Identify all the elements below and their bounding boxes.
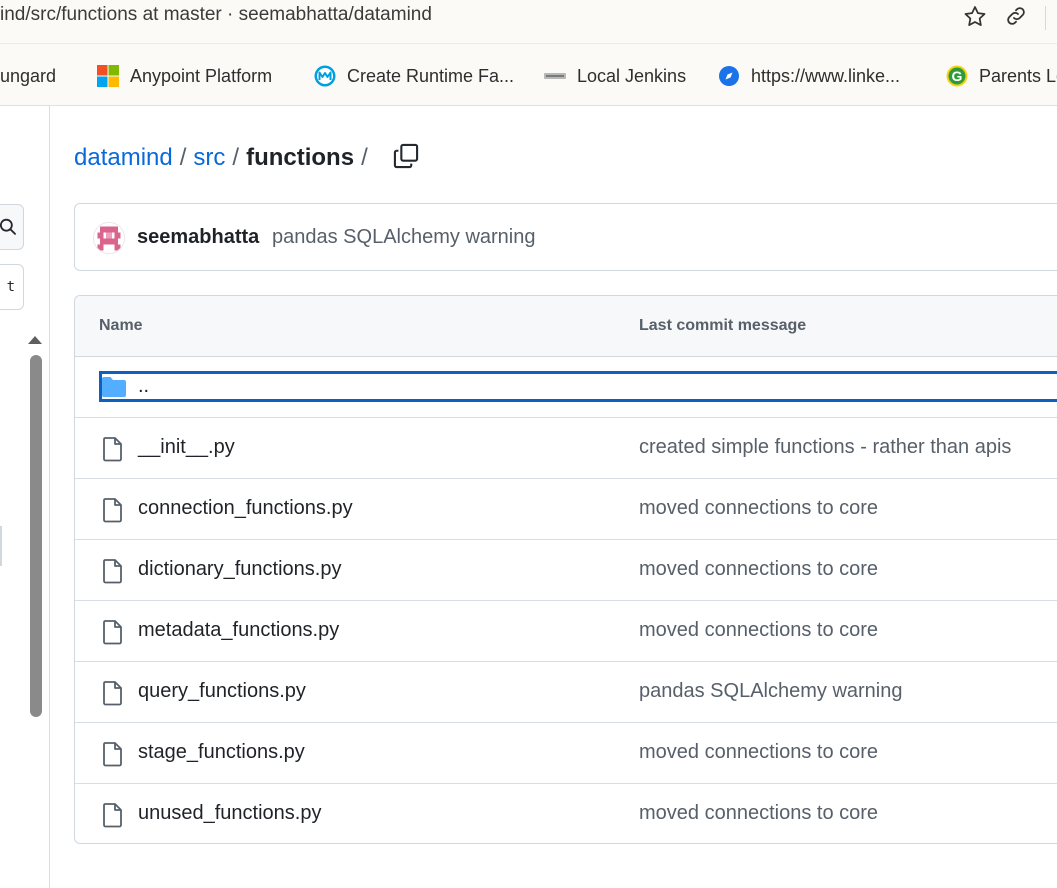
- file-name-link[interactable]: dictionary_functions.py: [138, 558, 341, 581]
- identicon-avatar-icon: [94, 223, 124, 253]
- compass-icon: [719, 66, 739, 86]
- bookmark-label: Local Jenkins: [577, 65, 687, 86]
- file-icon: [103, 559, 122, 584]
- sidebar-edge-indicator: [0, 526, 2, 566]
- search-icon: [0, 218, 16, 235]
- files-table: Name Last commit message .. __init__.py …: [74, 295, 1057, 844]
- file-name-link[interactable]: stage_functions.py: [138, 741, 305, 764]
- table-row[interactable]: __init__.py created simple functions - r…: [75, 418, 1057, 479]
- bookmark-linkedin[interactable]: https://www.linke...: [717, 64, 900, 88]
- bookmarks-bar: ungard Anypoint Platform Create Runtime …: [0, 44, 1057, 106]
- file-name-link[interactable]: connection_functions.py: [138, 497, 353, 520]
- file-commit-message-link[interactable]: moved connections to core: [639, 497, 878, 520]
- toolbar-divider: [1045, 6, 1046, 30]
- bookmark-ungard[interactable]: ungard: [0, 64, 56, 88]
- link-icon[interactable]: [1004, 4, 1028, 28]
- go-to-file-button[interactable]: t: [0, 264, 24, 310]
- parent-directory-link[interactable]: ..: [138, 375, 149, 398]
- table-row[interactable]: metadata_functions.py moved connections …: [75, 601, 1057, 662]
- breadcrumb: datamind / src / functions /: [74, 140, 375, 176]
- copy-path-icon[interactable]: [392, 142, 420, 170]
- commit-author-link[interactable]: seemabhatta: [137, 226, 259, 249]
- bookmark-label: Parents Lo: [979, 65, 1057, 86]
- file-name-link[interactable]: query_functions.py: [138, 680, 306, 703]
- bookmark-parents[interactable]: G Parents Lo: [945, 64, 1057, 88]
- folder-icon: [102, 377, 126, 397]
- g-logo-icon: G: [946, 65, 968, 87]
- file-tree-sidebar: t: [0, 106, 50, 888]
- breadcrumb-current-folder: functions: [246, 144, 355, 171]
- bookmark-local-jenkins[interactable]: Local Jenkins: [543, 64, 686, 88]
- table-header: Name Last commit message: [75, 296, 1057, 357]
- parent-directory-row[interactable]: ..: [75, 357, 1057, 418]
- file-name-link[interactable]: metadata_functions.py: [138, 619, 339, 642]
- file-icon: [103, 681, 122, 706]
- file-icon: [103, 620, 122, 645]
- table-row[interactable]: connection_functions.py moved connection…: [75, 479, 1057, 540]
- focus-outline: [99, 371, 1057, 402]
- column-header-name: Name: [99, 317, 143, 334]
- file-name-link[interactable]: unused_functions.py: [138, 802, 321, 825]
- file-commit-message-link[interactable]: moved connections to core: [639, 741, 878, 764]
- microsoft-logo-icon: [97, 65, 119, 87]
- file-commit-message-link[interactable]: pandas SQLAlchemy warning: [639, 680, 902, 703]
- file-icon: [103, 803, 122, 828]
- page-url-title[interactable]: ind/src/functions at master · seemabhatt…: [0, 4, 432, 26]
- column-header-last-commit: Last commit message: [639, 317, 807, 334]
- table-row[interactable]: dictionary_functions.py moved connection…: [75, 540, 1057, 601]
- bookmark-create-runtime[interactable]: Create Runtime Fa...: [313, 64, 514, 88]
- bookmark-anypoint-platform[interactable]: Anypoint Platform: [96, 64, 272, 88]
- breadcrumb-src-link[interactable]: src: [193, 144, 225, 172]
- avatar[interactable]: [93, 222, 125, 254]
- breadcrumb-repo-link[interactable]: datamind: [74, 144, 173, 172]
- bookmark-label: ungard: [0, 65, 57, 86]
- scrollbar-thumb[interactable]: [30, 355, 42, 717]
- jenkins-icon: [544, 73, 566, 79]
- file-commit-message-link[interactable]: moved connections to core: [639, 558, 878, 581]
- file-icon: [103, 742, 122, 767]
- table-row[interactable]: query_functions.py pandas SQLAlchemy war…: [75, 662, 1057, 723]
- svg-text:G: G: [952, 68, 963, 84]
- table-row[interactable]: stage_functions.py moved connections to …: [75, 723, 1057, 784]
- file-commit-message-link[interactable]: moved connections to core: [639, 619, 878, 642]
- scroll-up-arrow-icon[interactable]: [28, 336, 42, 344]
- latest-commit-box: seemabhatta pandas SQLAlchemy warning: [74, 203, 1057, 271]
- bookmark-label: Anypoint Platform: [130, 65, 273, 86]
- file-icon: [103, 498, 122, 523]
- file-commit-message-link[interactable]: moved connections to core: [639, 802, 878, 825]
- browser-title-bar: ind/src/functions at master · seemabhatt…: [0, 0, 1057, 44]
- file-commit-message-link[interactable]: created simple functions - rather than a…: [639, 436, 1011, 459]
- breadcrumb-separator: /: [361, 144, 368, 171]
- breadcrumb-separator: /: [232, 144, 240, 171]
- search-files-button[interactable]: [0, 204, 24, 250]
- mulesoft-logo-icon: [314, 65, 336, 87]
- shortcut-key-label: t: [6, 279, 15, 295]
- bookmark-label: https://www.linke...: [751, 65, 901, 86]
- bookmark-label: Create Runtime Fa...: [347, 65, 515, 86]
- file-icon: [103, 437, 122, 462]
- commit-message-link[interactable]: pandas SQLAlchemy warning: [272, 226, 535, 249]
- breadcrumb-separator: /: [179, 144, 187, 171]
- table-row[interactable]: unused_functions.py moved connections to…: [75, 784, 1057, 843]
- bookmark-star-icon[interactable]: [962, 4, 988, 30]
- file-name-link[interactable]: __init__.py: [138, 436, 235, 459]
